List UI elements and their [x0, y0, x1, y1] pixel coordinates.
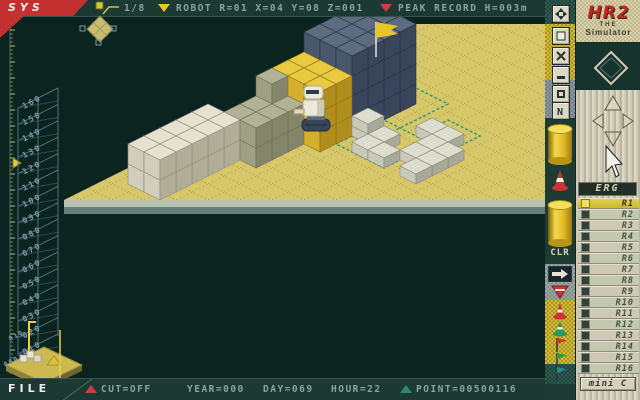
game-window: 1601501401301201101000900800700600500400… — [0, 0, 640, 400]
robot-indicator — [581, 309, 590, 318]
robot-list-item-r10[interactable]: R10 — [578, 297, 639, 308]
descend-marker-icon[interactable] — [548, 284, 572, 300]
robot-list: R1R2R3R4R5R6R7R8R9R10R11R12R13R14R15R16 — [578, 198, 639, 374]
robot-label: R7 — [622, 265, 634, 275]
robot-indicator — [581, 210, 590, 219]
n-button[interactable]: N — [552, 102, 570, 120]
clr-label: CLR — [545, 248, 575, 258]
isometric-scene[interactable]: 1601501401301201101000900800700600500400… — [0, 0, 640, 400]
robot-indicator — [581, 276, 590, 285]
point-readout: POINT=00500116 — [416, 384, 517, 395]
robot-list-item-r12[interactable]: R12 — [578, 319, 639, 330]
robot-status: ROBOT R=01 X=04 Y=08 Z=001 — [176, 3, 364, 14]
right-panel: HR2 THE Simulator ERG R1R2R3R4R5R6R7R8R9… — [575, 0, 640, 400]
robot-indicator — [581, 320, 590, 329]
robot-list-item-r4[interactable]: R4 — [578, 231, 639, 242]
erg-label: ERG — [595, 183, 619, 194]
erg-button[interactable]: ERG — [578, 182, 637, 196]
robot-list-item-r9[interactable]: R9 — [578, 286, 639, 297]
arrow-left-icon[interactable] — [593, 114, 603, 128]
robot-label: R1 — [622, 199, 634, 209]
svg-text:N: N — [557, 107, 563, 117]
minimize-button[interactable] — [552, 66, 570, 84]
robot-indicator — [581, 254, 590, 263]
robot-list-item-r3[interactable]: R3 — [578, 220, 639, 231]
red-cone-icon[interactable] — [552, 302, 568, 322]
day-readout: DAY=069 — [263, 384, 314, 395]
robot-list-item-r16[interactable]: R16 — [578, 363, 639, 374]
robot-list-item-r13[interactable]: R13 — [578, 330, 639, 341]
arrow-down-icon[interactable] — [605, 132, 621, 146]
robot-label: R6 — [622, 254, 634, 264]
robot-indicator — [581, 364, 590, 373]
restore-button[interactable] — [552, 85, 570, 103]
robot-indicator — [581, 243, 590, 252]
robot-label: R11 — [616, 309, 634, 319]
sys-label: SYS — [8, 1, 44, 14]
hour-readout: HOUR=22 — [331, 384, 382, 395]
robot-indicator — [581, 232, 590, 241]
robot-label: R2 — [622, 210, 634, 220]
block-olive[interactable] — [240, 112, 272, 148]
game-logo: HR2 THE Simulator — [576, 0, 640, 42]
robot-label: R8 — [622, 276, 634, 286]
energy-cylinder-icon[interactable] — [547, 122, 573, 166]
tool-strip: N CLR — [545, 0, 575, 400]
arrow-right-icon[interactable] — [623, 114, 633, 128]
logo-subtitle-simulator: Simulator — [576, 28, 640, 37]
robot-label: R14 — [616, 342, 634, 352]
page-button[interactable] — [552, 27, 570, 45]
green-cone-icon[interactable] — [552, 320, 568, 338]
robot-label: R4 — [622, 232, 634, 242]
teal-flag-icon[interactable] — [554, 366, 570, 382]
robot-label: R13 — [616, 331, 634, 341]
arrow-right-button[interactable] — [548, 266, 572, 282]
robot-indicator — [581, 199, 590, 208]
robot-label: R10 — [616, 298, 634, 308]
robot-list-item-r15[interactable]: R15 — [578, 352, 639, 363]
navigation-cluster — [576, 42, 640, 182]
robot-indicator — [581, 221, 590, 230]
bottom-status-bar: CUT=OFF YEAR=000 DAY=069 HOUR=22 POINT=0… — [0, 378, 545, 400]
block-beige[interactable] — [144, 144, 176, 180]
robot-marker-icon — [158, 4, 170, 12]
red-flag-icon[interactable] — [554, 337, 570, 353]
robot-indicator — [581, 287, 590, 296]
peak-marker-icon — [380, 4, 392, 12]
robot-label: R5 — [622, 243, 634, 253]
robot-indicator — [581, 353, 590, 362]
mini-c-button[interactable]: mini C — [580, 377, 636, 391]
mini-c-label: mini C — [589, 379, 628, 389]
robot-list-item-r5[interactable]: R5 — [578, 242, 639, 253]
robot-label: R12 — [616, 320, 634, 330]
robot-list-item-r8[interactable]: R8 — [578, 275, 639, 286]
clr-cylinder-icon[interactable] — [547, 198, 573, 248]
robot-list-item-r6[interactable]: R6 — [578, 253, 639, 264]
robot-indicator — [581, 298, 590, 307]
robot-label: R16 — [616, 364, 634, 374]
robot-list-item-r1[interactable]: R1 — [578, 198, 639, 209]
robot-list-item-r7[interactable]: R7 — [578, 264, 639, 275]
peak-record: PEAK RECORD H=003m — [398, 3, 528, 14]
robot-list-item-r11[interactable]: R11 — [578, 308, 639, 319]
arrow-up-icon[interactable] — [605, 96, 621, 110]
file-menu-label[interactable]: FILE — [8, 382, 50, 395]
robot-indicator — [581, 265, 590, 274]
robot-label: R9 — [622, 287, 634, 297]
robot-label: R15 — [616, 353, 634, 363]
robot-indicator — [581, 342, 590, 351]
close-button[interactable] — [552, 47, 570, 65]
robot-label: R3 — [622, 221, 634, 231]
robot-indicator — [581, 331, 590, 340]
page-indicator: 1/8 — [124, 3, 146, 14]
expand-button[interactable] — [552, 5, 570, 23]
traffic-cone-icon[interactable] — [551, 168, 569, 194]
robot-list-item-r14[interactable]: R14 — [578, 341, 639, 352]
logo-title: HR2 — [576, 3, 640, 23]
point-marker-icon — [400, 385, 412, 393]
mouse-cursor-icon — [606, 146, 622, 177]
year-readout: YEAR=000 — [187, 384, 245, 395]
sys-button[interactable]: SYS — [0, 0, 88, 16]
robot-list-item-r2[interactable]: R2 — [578, 209, 639, 220]
